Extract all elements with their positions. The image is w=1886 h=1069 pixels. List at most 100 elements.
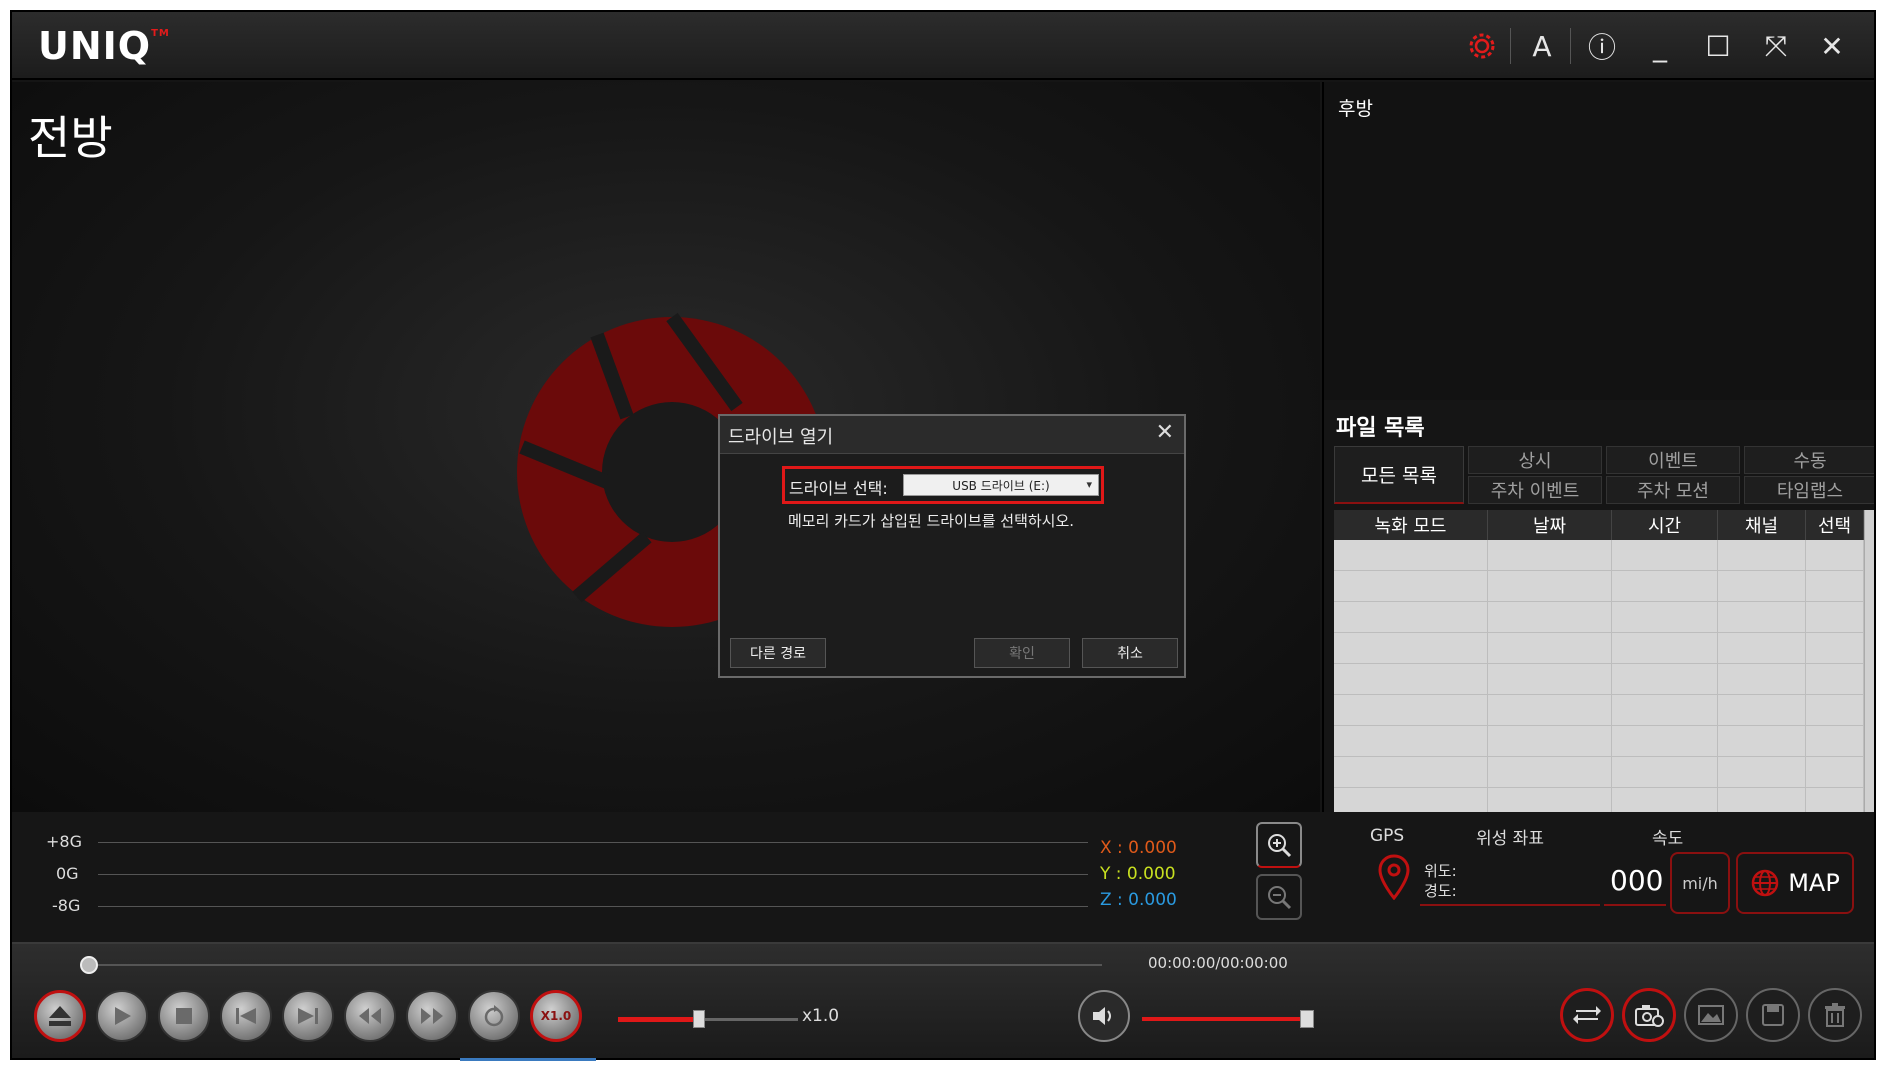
next-file-button[interactable] <box>282 990 334 1042</box>
table-row[interactable] <box>1334 695 1874 726</box>
repeat-button[interactable] <box>468 990 520 1042</box>
table-body <box>1334 540 1874 819</box>
file-list-panel: 파일 목록 모든 목록 상시 이벤트 수동 주차 이벤트 주차 모션 타임랩스 … <box>1322 400 1874 819</box>
speed-slider-knob[interactable] <box>693 1010 705 1028</box>
table-cell <box>1334 571 1488 601</box>
image-icon <box>1698 1005 1724 1025</box>
ok-button[interactable]: 확인 <box>974 638 1070 668</box>
table-row[interactable] <box>1334 602 1874 633</box>
table-cell <box>1334 602 1488 632</box>
table-row[interactable] <box>1334 726 1874 757</box>
info-icon[interactable]: ⓘ <box>1582 26 1622 66</box>
stop-button[interactable] <box>158 990 210 1042</box>
table-row[interactable] <box>1334 571 1874 602</box>
speed-underline <box>1604 904 1666 906</box>
drive-select-label: 드라이브 선택: <box>789 479 888 498</box>
dialog-title: 드라이브 열기 <box>728 427 834 448</box>
minimize-button[interactable]: _ <box>1640 26 1680 66</box>
filter-parking-motion-button[interactable]: 주차 모션 <box>1606 476 1740 504</box>
table-cell <box>1806 633 1864 663</box>
table-header: 녹화 모드 날짜 시간 채널 선택 <box>1334 510 1874 540</box>
cancel-button[interactable]: 취소 <box>1082 638 1178 668</box>
seek-bar[interactable] <box>80 964 1102 966</box>
table-cell <box>1488 571 1612 601</box>
swap-arrows-icon <box>1573 1006 1601 1024</box>
table-cell <box>1334 757 1488 787</box>
speed-toggle-button[interactable]: X1.0 <box>530 990 582 1042</box>
rewind-icon <box>359 1008 381 1024</box>
maximize-button[interactable]: ☐ <box>1698 26 1738 66</box>
g-y-value: Y : 0.000 <box>1100 864 1176 884</box>
filter-parking-event-button[interactable]: 주차 이벤트 <box>1468 476 1602 504</box>
dialog-close-icon[interactable]: ✕ <box>1156 420 1174 445</box>
filter-continuous-button[interactable]: 상시 <box>1468 446 1602 474</box>
fast-forward-icon <box>421 1008 443 1024</box>
camera-settings-icon <box>1635 1005 1664 1027</box>
rewind-button[interactable] <box>344 990 396 1042</box>
col-channel[interactable]: 채널 <box>1718 510 1806 540</box>
volume-slider-knob[interactable] <box>1299 1010 1314 1028</box>
table-cell <box>1488 602 1612 632</box>
g-line-bottom <box>98 906 1088 907</box>
zoom-in-icon[interactable] <box>1256 822 1302 868</box>
table-scrollbar[interactable] <box>1864 510 1874 812</box>
table-cell <box>1718 664 1806 694</box>
zoom-out-icon[interactable] <box>1256 874 1302 920</box>
g-line-mid <box>98 874 1088 875</box>
table-cell <box>1488 633 1612 663</box>
table-cell <box>1806 664 1864 694</box>
file-table: 녹화 모드 날짜 시간 채널 선택 <box>1334 510 1874 819</box>
dialog-title-bar: 드라이브 열기 ✕ <box>720 416 1184 454</box>
image-button[interactable] <box>1684 988 1738 1042</box>
save-button[interactable] <box>1746 988 1800 1042</box>
filter-manual-button[interactable]: 수동 <box>1744 446 1874 474</box>
eject-button[interactable] <box>34 990 86 1042</box>
table-row[interactable] <box>1334 664 1874 695</box>
other-path-button[interactable]: 다른 경로 <box>730 638 826 668</box>
table-cell <box>1612 664 1718 694</box>
filter-all-button[interactable]: 모든 목록 <box>1334 446 1464 504</box>
delete-button[interactable] <box>1808 988 1862 1042</box>
volume-slider[interactable] <box>1142 1017 1307 1021</box>
bottom-accent-line <box>460 1058 596 1061</box>
g-label-zero: 0G <box>56 864 79 883</box>
table-row[interactable] <box>1334 633 1874 664</box>
chevron-down-icon: ▾ <box>1086 478 1092 491</box>
table-cell <box>1612 571 1718 601</box>
table-cell <box>1718 695 1806 725</box>
open-drive-dialog: 드라이브 열기 ✕ 드라이브 선택: USB 드라이브 (E:) ▾ 메모리 카… <box>718 414 1186 678</box>
table-row[interactable] <box>1334 540 1874 571</box>
col-record-mode[interactable]: 녹화 모드 <box>1334 510 1488 540</box>
g-z-value: Z : 0.000 <box>1100 890 1177 910</box>
save-icon <box>1762 1004 1784 1026</box>
drive-select-value: USB 드라이브 (E:) <box>952 478 1050 493</box>
close-button[interactable]: ✕ <box>1812 26 1852 66</box>
fullscreen-icon[interactable]: ⤧ <box>1756 26 1796 66</box>
col-time[interactable]: 시간 <box>1612 510 1718 540</box>
table-cell <box>1718 540 1806 570</box>
location-pin-icon <box>1378 854 1410 900</box>
seek-knob[interactable] <box>80 956 98 974</box>
settings-gear-icon[interactable] <box>1462 26 1502 66</box>
prev-file-button[interactable] <box>220 990 272 1042</box>
repeat-icon <box>484 1005 504 1027</box>
drive-select-dropdown[interactable]: USB 드라이브 (E:) ▾ <box>903 474 1099 496</box>
play-button[interactable] <box>96 990 148 1042</box>
speed-slider-fill <box>618 1017 699 1022</box>
map-button[interactable]: MAP <box>1736 852 1854 914</box>
rear-label: 후방 <box>1338 98 1373 120</box>
volume-button[interactable] <box>1078 990 1130 1042</box>
swap-channel-button[interactable] <box>1560 988 1614 1042</box>
col-select[interactable]: 선택 <box>1806 510 1864 540</box>
fast-forward-button[interactable] <box>406 990 458 1042</box>
filter-event-button[interactable]: 이벤트 <box>1606 446 1740 474</box>
filter-timelapse-button[interactable]: 타임랩스 <box>1744 476 1874 504</box>
speed-unit-button[interactable]: mi/h <box>1670 852 1730 914</box>
app-window: UNIQTM A ⓘ _ ☐ ⤧ ✕ 전방 후방 파일 목록 모든 목록 상시 … <box>10 10 1876 1060</box>
table-row[interactable] <box>1334 757 1874 788</box>
snapshot-settings-button[interactable] <box>1622 988 1676 1042</box>
table-cell <box>1334 695 1488 725</box>
col-date[interactable]: 날짜 <box>1488 510 1612 540</box>
eject-icon <box>49 1006 71 1026</box>
font-button[interactable]: A <box>1522 26 1562 66</box>
